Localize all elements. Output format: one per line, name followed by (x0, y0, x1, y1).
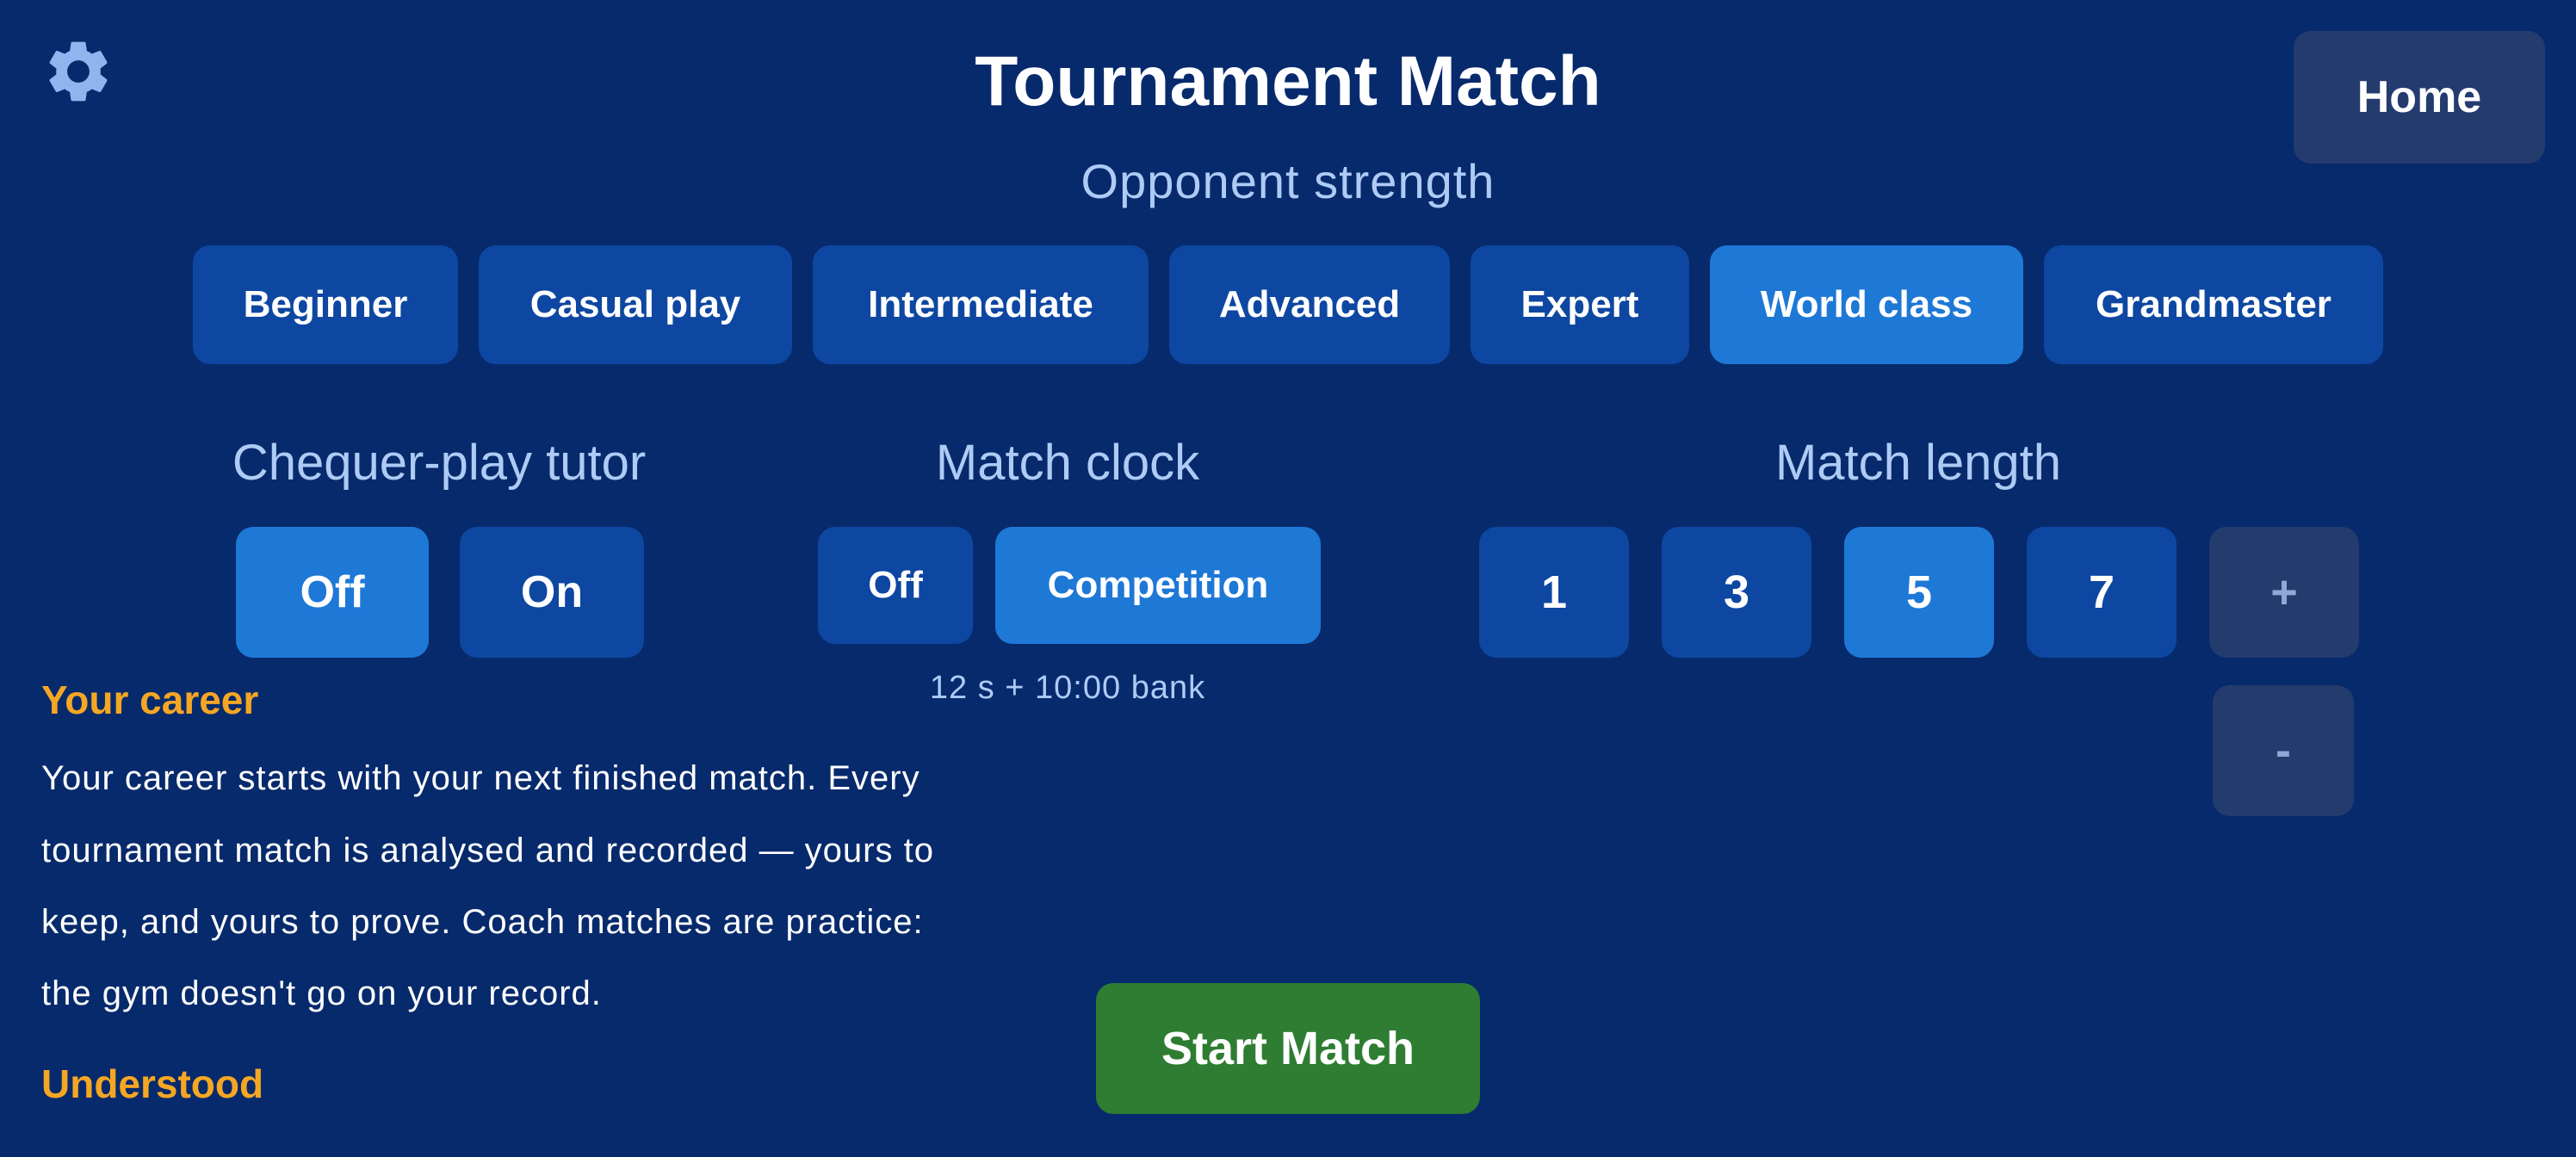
opponent-option-beginner[interactable]: Beginner (193, 245, 458, 364)
tutor-label: Chequer-play tutor (232, 435, 647, 491)
match-length-label: Match length (1774, 435, 2062, 491)
length-increment-button[interactable]: + (2209, 527, 2359, 658)
opponent-option-grandmaster[interactable]: Grandmaster (2044, 245, 2383, 364)
career-text-line: Your career starts with your next finish… (41, 759, 920, 797)
page-title: Tournament Match (975, 42, 1601, 121)
opponent-option-advanced[interactable]: Advanced (1169, 245, 1450, 364)
career-title: Your career (41, 677, 259, 722)
career-text-line: the gym doesn't go on your record. (41, 974, 602, 1012)
career-text-line: tournament match is analysed and recorde… (41, 832, 934, 869)
length-option-1[interactable]: 1 (1479, 527, 1629, 658)
clock-off-button[interactable]: Off (818, 527, 973, 644)
career-text-line: keep, and yours to prove. Coach matches … (41, 903, 924, 941)
tutor-off-button[interactable]: Off (236, 527, 429, 658)
opponent-option-world-class[interactable]: World class (1710, 245, 2023, 364)
length-decrement-button[interactable]: - (2213, 685, 2354, 816)
opponent-strength-label: Opponent strength (1081, 154, 1495, 208)
clock-description: 12 s + 10:00 bank (929, 670, 1206, 706)
length-option-3[interactable]: 3 (1662, 527, 1811, 658)
length-option-5[interactable]: 5 (1844, 527, 1994, 658)
understood-link[interactable]: Understood (41, 1061, 263, 1107)
home-button[interactable]: Home (2294, 31, 2545, 164)
tutor-on-button[interactable]: On (460, 527, 644, 658)
length-option-7[interactable]: 7 (2027, 527, 2177, 658)
opponent-option-casual-play[interactable]: Casual play (479, 245, 792, 364)
opponent-option-expert[interactable]: Expert (1471, 245, 1689, 364)
opponent-option-intermediate[interactable]: Intermediate (813, 245, 1149, 364)
match-clock-label: Match clock (935, 435, 1200, 491)
gear-icon[interactable] (41, 34, 115, 108)
clock-competition-button[interactable]: Competition (995, 527, 1321, 644)
start-match-button[interactable]: Start Match (1096, 983, 1480, 1114)
